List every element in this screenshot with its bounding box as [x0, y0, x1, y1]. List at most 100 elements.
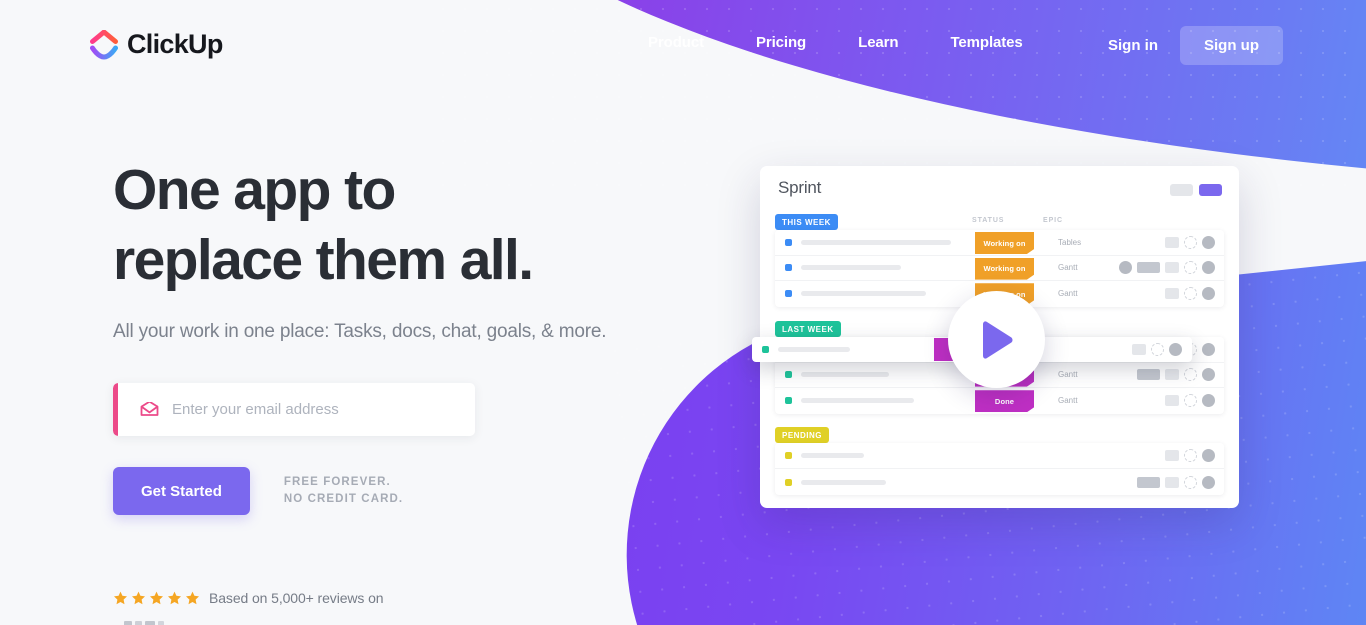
task-status-ribbon[interactable]: Working on [975, 232, 1034, 254]
cta-row: Get Started FREE FOREVER. NO CREDIT CARD… [113, 467, 713, 515]
assignee-avatar[interactable] [1202, 261, 1215, 275]
add-assignee-button[interactable] [1184, 475, 1197, 489]
cta-note-line-2: NO CREDIT CARD. [283, 493, 404, 505]
app-toolbar-pill-gray[interactable] [1170, 184, 1193, 196]
task-epic-label: Gantt [1058, 263, 1078, 273]
task-epic-label: Gantt [1058, 396, 1078, 406]
task-title-placeholder [801, 479, 886, 485]
task-tag[interactable] [1165, 450, 1179, 461]
app-card-title: Sprint [778, 178, 822, 197]
assignee-avatar[interactable] [1202, 449, 1215, 462]
nav-link-pricing[interactable]: Pricing [756, 34, 806, 51]
task-row[interactable] [775, 469, 1224, 495]
cta-disclaimer: FREE FOREVER. NO CREDIT CARD. [284, 474, 403, 508]
star-rating [113, 591, 200, 605]
task-row-meta [1165, 394, 1215, 408]
task-tag[interactable] [1165, 395, 1179, 407]
star-icon [186, 591, 199, 605]
sign-in-link[interactable]: Sign in [1108, 37, 1158, 54]
task-title-placeholder [778, 347, 850, 352]
play-video-button[interactable] [948, 291, 1045, 388]
group-tag-this-week[interactable]: THIS WEEK [775, 214, 838, 230]
task-tag[interactable] [1137, 369, 1160, 381]
page-title: One app to replace them all. [113, 155, 713, 295]
headline-line-1: One app to [113, 158, 396, 222]
task-group-pending [775, 443, 1224, 495]
task-status-dot [785, 238, 792, 246]
task-status-dot [785, 264, 792, 272]
task-status-dot [762, 346, 769, 353]
app-toolbar-pill-purple[interactable] [1199, 184, 1222, 196]
assignee-avatar[interactable] [1202, 342, 1215, 356]
task-tag[interactable] [1165, 369, 1179, 381]
task-status-ribbon[interactable]: Done [975, 390, 1034, 413]
add-assignee-button[interactable] [1184, 449, 1197, 462]
assignee-avatar[interactable] [1202, 235, 1215, 249]
add-assignee-button[interactable] [1184, 235, 1197, 249]
task-epic-label: Gantt [1058, 289, 1078, 299]
task-row[interactable]: Working on Gantt [775, 256, 1224, 282]
avatar[interactable] [1119, 261, 1132, 275]
task-title-placeholder [801, 453, 864, 458]
add-assignee-button[interactable] [1184, 261, 1197, 275]
task-status-dot [785, 371, 792, 379]
task-title-placeholder [801, 291, 926, 297]
task-row[interactable] [775, 443, 1224, 469]
email-accent-bar [113, 383, 118, 436]
email-field-wrapper[interactable] [113, 383, 475, 436]
assignee-avatar[interactable] [1169, 343, 1182, 356]
task-row-meta [1132, 343, 1182, 356]
nav-link-product[interactable]: Product [648, 34, 704, 51]
task-status-dot [785, 290, 792, 298]
task-row-meta [1137, 368, 1215, 382]
task-title-placeholder [801, 372, 889, 378]
task-row-meta [1119, 261, 1215, 275]
task-tag[interactable] [1165, 476, 1179, 488]
hero-subheadline: All your work in one place: Tasks, docs,… [113, 321, 607, 342]
add-assignee-button[interactable] [1184, 287, 1197, 301]
task-row-meta [1165, 287, 1215, 301]
task-status-ribbon[interactable]: Working on [975, 257, 1034, 280]
reviews-rating: Based on 5,000+ reviews on [113, 590, 384, 606]
cta-note-line-1: FREE FOREVER. [283, 476, 391, 488]
star-icon [132, 591, 145, 605]
column-header-status: STATUS [972, 217, 1005, 224]
review-site-logo-icon [124, 621, 164, 625]
task-tag[interactable] [1137, 262, 1160, 274]
task-row-meta [1165, 449, 1215, 462]
task-status-dot [785, 452, 792, 459]
task-tag[interactable] [1137, 476, 1160, 488]
task-status-dot [785, 397, 792, 405]
task-tag[interactable] [1165, 262, 1179, 274]
add-assignee-button[interactable] [1151, 343, 1164, 356]
assignee-avatar[interactable] [1202, 394, 1215, 408]
email-input[interactable] [159, 401, 475, 418]
star-icon [114, 591, 127, 605]
brand-name: ClickUp [127, 29, 223, 59]
group-tag-last-week[interactable]: LAST WEEK [775, 321, 841, 337]
add-assignee-button[interactable] [1184, 394, 1197, 408]
sign-up-button[interactable]: Sign up [1180, 26, 1283, 65]
task-tag[interactable] [1165, 288, 1179, 300]
group-tag-pending[interactable]: PENDING [775, 427, 829, 443]
hero-section: One app to replace them all. All your wo… [113, 155, 713, 515]
task-title-placeholder [801, 265, 901, 271]
task-tag[interactable] [1132, 344, 1146, 355]
auth-actions: Sign in Sign up [1108, 26, 1283, 65]
task-tag[interactable] [1165, 236, 1179, 248]
nav-link-learn[interactable]: Learn [858, 34, 898, 51]
headline-line-2: replace them all. [113, 228, 534, 292]
get-started-button[interactable]: Get Started [113, 467, 250, 515]
task-epic-label: Tables [1058, 237, 1082, 247]
brand-logo[interactable]: ClickUp [90, 29, 223, 60]
assignee-avatar[interactable] [1202, 368, 1215, 382]
task-row[interactable]: Working on Tables [775, 230, 1224, 256]
add-assignee-button[interactable] [1184, 368, 1197, 382]
nav-link-templates[interactable]: Templates [950, 34, 1022, 51]
assignee-avatar[interactable] [1202, 475, 1215, 489]
main-navigation: Product Pricing Learn Templates [648, 34, 1075, 51]
envelope-icon [140, 402, 159, 417]
task-row-meta [1165, 235, 1215, 249]
assignee-avatar[interactable] [1202, 287, 1215, 301]
task-row[interactable]: Done Gantt [775, 388, 1224, 414]
